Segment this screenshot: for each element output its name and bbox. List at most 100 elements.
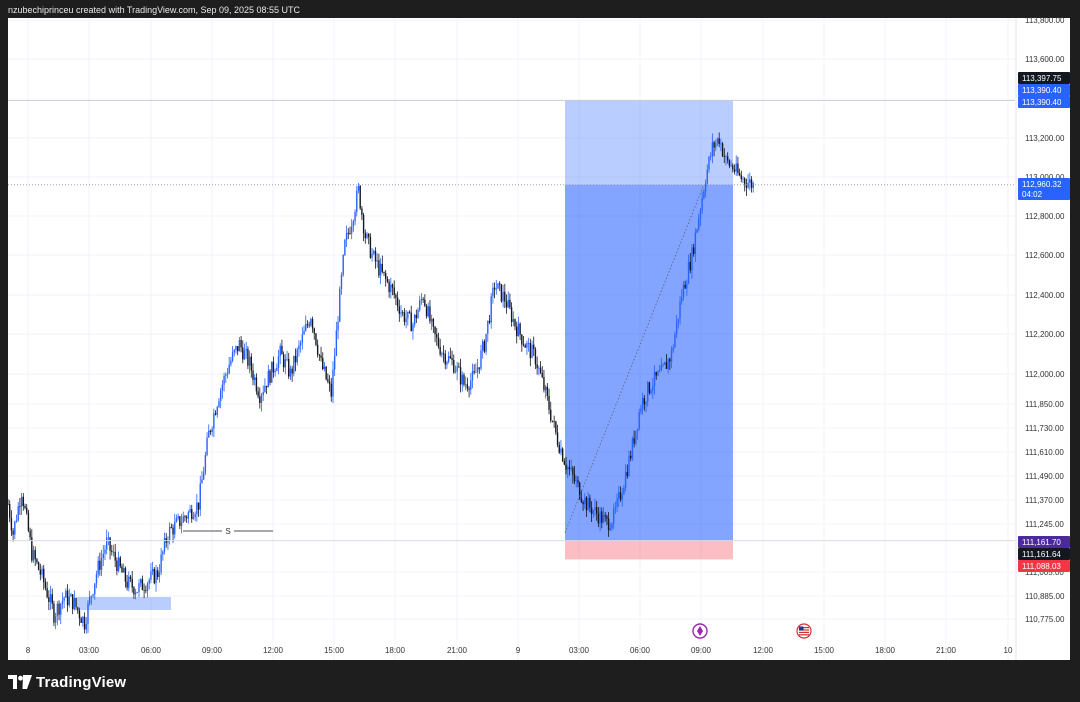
candle (449, 347, 452, 359)
price-tick-label: 112,800.00 (1025, 212, 1065, 221)
candle (543, 369, 545, 393)
candle (332, 361, 334, 404)
candle (453, 354, 455, 374)
candle (738, 168, 741, 177)
candle (119, 555, 121, 569)
candle (49, 585, 52, 611)
candle (51, 588, 53, 609)
candle (505, 294, 508, 314)
candle (228, 356, 230, 375)
candle (386, 276, 389, 284)
time-tick-label: 03:00 (79, 646, 100, 655)
candle (750, 176, 753, 193)
candle (555, 420, 557, 435)
event-markers[interactable] (692, 623, 812, 639)
candle (425, 303, 428, 319)
candle (126, 575, 128, 591)
candle (318, 353, 321, 361)
candle (265, 385, 268, 394)
candle (22, 493, 25, 511)
candle (439, 338, 441, 357)
candle (204, 451, 207, 476)
candle (558, 441, 560, 454)
candle (264, 378, 266, 393)
candle (546, 383, 549, 401)
candle (430, 314, 433, 331)
candle (369, 233, 372, 259)
candle (488, 314, 491, 325)
time-axis[interactable]: 8 03:00 06:00 09:00 12:00 15:00 18:00 21:00 9 03:… (26, 646, 1013, 655)
candle (208, 424, 210, 438)
candle (145, 585, 147, 594)
candle (578, 481, 581, 500)
candle (502, 285, 504, 308)
candle (378, 253, 380, 279)
candle (206, 432, 208, 457)
tradingview-logo-icon (8, 675, 32, 689)
profit-realized-zone (565, 184, 733, 541)
candle (381, 255, 384, 274)
candle (61, 592, 64, 610)
candle (262, 385, 264, 401)
candle (146, 581, 149, 598)
candle (221, 380, 224, 399)
candle (257, 386, 259, 399)
horizontal-segment-s[interactable]: S (183, 527, 273, 536)
candle (289, 365, 292, 381)
candle (514, 318, 516, 331)
candle (20, 492, 23, 515)
candle (471, 363, 474, 389)
candle (519, 322, 521, 341)
price-tick-label: 113,600.00 (1025, 55, 1065, 64)
candle (539, 361, 542, 375)
candle (402, 310, 404, 317)
candle (271, 361, 273, 383)
candle (328, 375, 331, 392)
price-tag: 113,390.40 (1018, 96, 1070, 108)
candle (259, 387, 261, 409)
candle (82, 616, 84, 627)
candle (10, 510, 13, 536)
candle (70, 592, 72, 597)
us-flag-event-icon[interactable] (796, 623, 812, 639)
candle (168, 522, 171, 545)
candle (385, 270, 387, 287)
candle (177, 513, 179, 521)
candle (284, 354, 287, 375)
candle (521, 334, 523, 352)
candle (516, 321, 518, 344)
candle (223, 372, 225, 392)
price-tick-label: 111,370.00 (1025, 496, 1064, 505)
candle (140, 578, 142, 587)
candle (561, 447, 564, 463)
chart-svg[interactable]: S 113,800.00113,600.00113,200.00113,000.… (0, 0, 1080, 702)
candle (27, 509, 30, 533)
candle (34, 546, 36, 566)
time-tick-label: 09:00 (202, 646, 223, 655)
ethereum-event-icon[interactable] (692, 623, 708, 639)
candle (544, 384, 547, 399)
candle (400, 305, 402, 318)
candle (349, 226, 351, 235)
candle (407, 311, 409, 326)
candle (196, 493, 198, 522)
candle (550, 401, 552, 423)
candle (155, 565, 157, 592)
price-tag-label: 113,397.75 (1022, 74, 1062, 83)
candle (66, 584, 69, 612)
candle (235, 345, 237, 354)
candle (362, 212, 365, 242)
price-tag: 111,088.03 (1018, 560, 1070, 572)
candle (36, 557, 38, 565)
price-tick-label: 111,610.00 (1025, 448, 1064, 457)
candle (398, 299, 401, 322)
candle (478, 367, 480, 374)
candle (468, 386, 470, 398)
candle (347, 228, 349, 240)
candle (172, 524, 174, 543)
candle (182, 511, 184, 523)
candle (350, 219, 353, 240)
candle (316, 339, 319, 358)
candle (308, 321, 310, 328)
footer-brand-bar: TradingView (8, 672, 126, 692)
